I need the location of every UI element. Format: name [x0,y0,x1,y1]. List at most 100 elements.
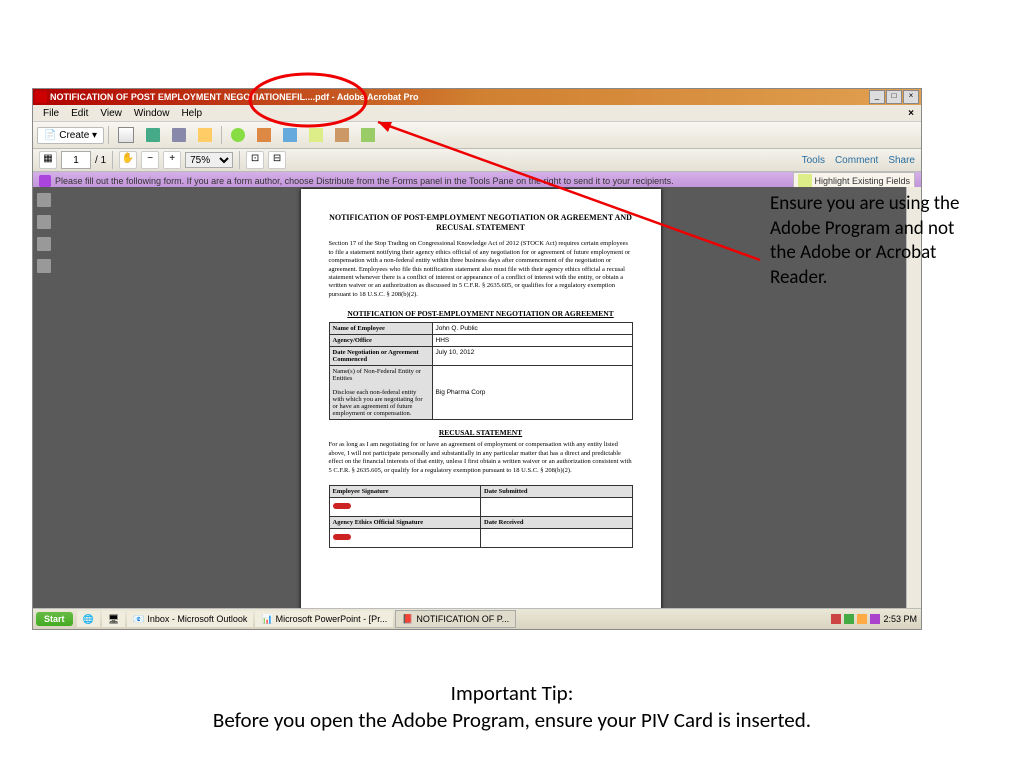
quick-launch-ie[interactable]: 🌐 [77,611,100,627]
date-submitted-label: Date Submitted [481,486,633,498]
date-submitted-field[interactable] [481,498,633,517]
menu-view[interactable]: View [94,108,128,119]
share-icon [283,128,297,142]
document-close-button[interactable]: × [905,108,917,119]
date-commenced-field[interactable]: July 10, 2012 [432,347,632,366]
clock: 2:53 PM [883,614,917,624]
thumbnails-panel-button[interactable] [37,193,51,207]
windows-taskbar: Start 🌐 🖥 📧 Inbox - Microsoft Outlook 📊 … [33,608,921,629]
taskbar-item-acrobat[interactable]: 📕 NOTIFICATION OF P... [395,610,516,628]
tray-icon[interactable] [844,614,854,624]
page-total: / 1 [95,155,106,166]
entities-label: Name(s) of Non-Federal Entity or Entitie… [329,366,432,420]
minimize-button[interactable]: _ [869,90,885,104]
employee-name-label: Name of Employee [329,323,432,335]
open-icon [118,127,134,143]
signature-marker-icon [333,534,351,540]
email-button[interactable] [193,125,217,145]
callout-text: Ensure you are using the Adobe Program a… [770,192,970,291]
ethics-sig-label: Agency Ethics Official Signature [329,517,481,529]
agency-field[interactable]: HHS [432,335,632,347]
ethics-sig-field[interactable] [329,529,481,548]
recusal-heading: RECUSAL STATEMENT [329,428,633,437]
page-number-input[interactable] [61,151,91,169]
toolbar: 📄 Create ▾ [33,122,921,149]
bookmarks-panel-button[interactable] [37,215,51,229]
comment-button[interactable] [226,125,250,145]
signatures-panel-button[interactable] [37,259,51,273]
share-button[interactable] [278,125,302,145]
share-link[interactable]: Share [888,155,915,166]
fit-width-button[interactable]: ⊟ [268,151,286,169]
system-tray: 2:53 PM [827,614,921,624]
stamp-button[interactable] [252,125,276,145]
close-button[interactable]: × [903,90,919,104]
highlight-button[interactable] [304,125,328,145]
menu-window[interactable]: Window [128,108,176,119]
date-received-field[interactable] [481,529,633,548]
window-controls: _ □ × [869,90,919,104]
recusal-paragraph: For as long as I am negotiating for or h… [329,441,633,475]
agency-label: Agency/Office [329,335,432,347]
maximize-button[interactable]: □ [886,90,902,104]
form-message: Please fill out the following form. If y… [55,176,674,186]
tip-title: Important Tip: [451,680,574,706]
highlight-icon [309,128,323,142]
zoom-in-button[interactable]: + [163,151,181,169]
menubar: File Edit View Window Help × [33,105,921,122]
tray-icon[interactable] [870,614,880,624]
create-label: Create [59,130,89,141]
entities-field[interactable]: Big Pharma Corp [432,366,632,420]
pagebar: ▦ / 1 ✋ − + 75% ⊡ ⊟ Tools Comment Share [33,149,921,172]
highlight-fields-icon [798,174,812,188]
date-commenced-label: Date Negotiation or Agreement Commenced [329,347,432,366]
date-received-label: Date Received [481,517,633,529]
acrobat-window: NOTIFICATION OF POST EMPLOYMENT NEGOTIAT… [32,88,922,630]
attachments-panel-button[interactable] [37,237,51,251]
quick-launch-desktop[interactable]: 🖥 [102,611,125,627]
app-icon [35,91,47,103]
save-button[interactable] [141,125,165,145]
titlebar: NOTIFICATION OF POST EMPLOYMENT NEGOTIAT… [33,89,921,105]
doc-intro-paragraph: Section 17 of the Stop Trading on Congre… [329,240,633,299]
tip-body: Before you open the Adobe Program, ensur… [213,707,811,733]
fit-button[interactable]: ⊡ [246,151,264,169]
taskbar-item-powerpoint[interactable]: 📊 Microsoft PowerPoint - [Pr... [255,611,393,627]
menu-help[interactable]: Help [175,108,208,119]
window-title: NOTIFICATION OF POST EMPLOYMENT NEGOTIAT… [50,92,869,102]
sign-button[interactable] [330,125,354,145]
employee-name-field[interactable]: John Q. Public [432,323,632,335]
pdf-page: NOTIFICATION OF POST-EMPLOYMENT NEGOTIAT… [301,189,661,629]
comment-icon [231,128,245,142]
nav-sidebar [33,187,55,629]
print-button[interactable] [167,125,191,145]
hand-tool-button[interactable]: ✋ [119,151,137,169]
tray-icon[interactable] [857,614,867,624]
taskbar-item-outlook[interactable]: 📧 Inbox - Microsoft Outlook [127,611,253,627]
form-icon [39,175,51,187]
save-icon [146,128,160,142]
open-button[interactable] [113,124,139,146]
zoom-select[interactable]: 75% [185,152,233,168]
signature-table: Employee SignatureDate Submitted Agency … [329,485,633,548]
tools-link[interactable]: Tools [802,155,825,166]
notification-heading: NOTIFICATION OF POST-EMPLOYMENT NEGOTIAT… [329,309,633,318]
notification-table: Name of EmployeeJohn Q. Public Agency/Of… [329,322,633,420]
comment-link[interactable]: Comment [835,155,878,166]
employee-sig-label: Employee Signature [329,486,481,498]
page-thumbs-button[interactable]: ▦ [39,151,57,169]
doc-title: NOTIFICATION OF POST-EMPLOYMENT NEGOTIAT… [329,213,633,232]
tip-text: Important Tip: Before you open the Adobe… [0,680,1024,735]
misc-button[interactable] [356,125,380,145]
email-icon [198,128,212,142]
tray-icon[interactable] [831,614,841,624]
zoom-out-button[interactable]: − [141,151,159,169]
menu-edit[interactable]: Edit [65,108,94,119]
create-button[interactable]: 📄 Create ▾ [37,127,104,144]
misc-icon [361,128,375,142]
right-panel-links: Tools Comment Share [802,155,915,166]
menu-file[interactable]: File [37,108,65,119]
start-button[interactable]: Start [36,612,73,626]
employee-sig-field[interactable] [329,498,481,517]
stamp-icon [257,128,271,142]
